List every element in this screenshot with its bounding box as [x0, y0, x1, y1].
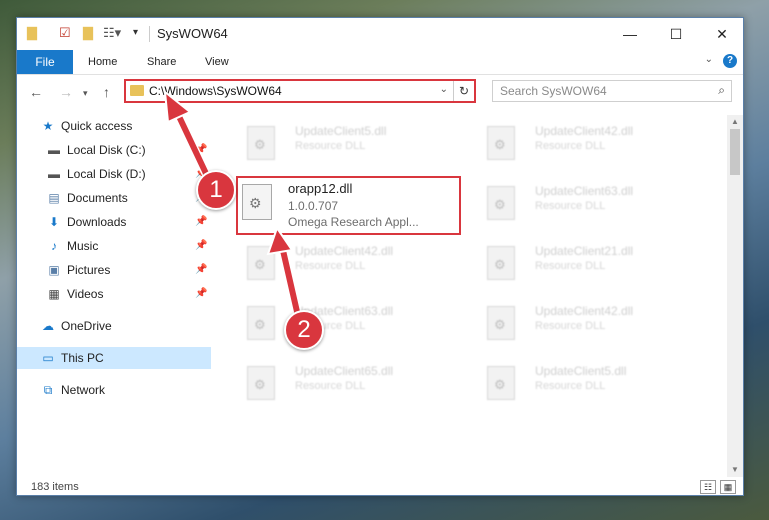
annotation-arrow-1: [173, 107, 213, 185]
annotation-arrows: [163, 89, 303, 321]
annotation-arrowhead-1: [163, 89, 192, 124]
step-2-callout: 2: [284, 310, 324, 350]
annotation-arrow-2: [279, 243, 301, 319]
annotation-arrowhead-2: [266, 225, 294, 256]
step-1-callout: 1: [196, 170, 236, 210]
